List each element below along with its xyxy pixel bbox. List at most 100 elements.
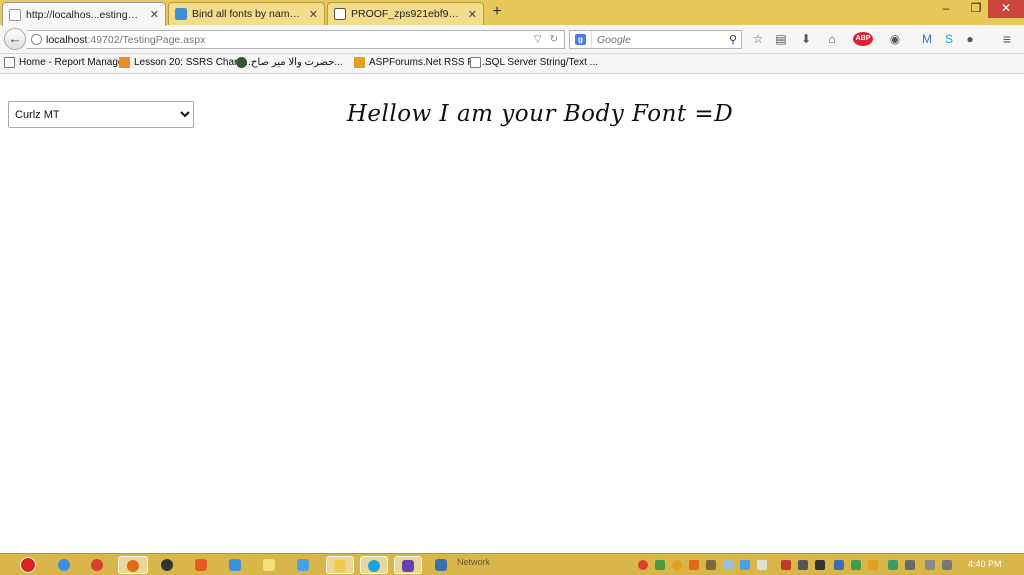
page-content: Curlz MT Hellow I am your Body Font =D — [0, 75, 1024, 553]
bookmark-lesson-20[interactable]: Lesson 20: SSRS Charts... — [119, 57, 254, 68]
internet-explorer-icon — [58, 559, 70, 571]
chrome-icon — [91, 559, 103, 571]
app-tray-icon[interactable] — [689, 560, 699, 570]
globe-icon — [31, 34, 42, 45]
search-icon[interactable]: ⚲ — [729, 33, 737, 46]
notification-tray-icon[interactable] — [706, 560, 716, 570]
tab-title: Bind all fonts by name wit... — [192, 8, 303, 20]
close-tab-icon[interactable]: ✕ — [150, 8, 159, 21]
taskbar-app[interactable] — [292, 556, 314, 574]
bookmark-label: حضرت والا مير صاح... — [251, 57, 343, 68]
drive-tray-icon[interactable] — [655, 560, 665, 570]
mail-icon[interactable]: M — [920, 32, 934, 46]
back-arrow-icon: ← — [8, 31, 22, 46]
body-font-sample: Hellow I am your Body Font =D — [346, 101, 734, 127]
app-tray-icon[interactable] — [851, 560, 861, 570]
app-tray-icon[interactable] — [672, 560, 682, 570]
taskbar-ie[interactable] — [53, 556, 75, 574]
forum-icon — [175, 8, 187, 20]
google-icon: g — [575, 34, 586, 45]
bookmark-aspforums-rss[interactable]: ASPForums.Net RSS Fe... — [354, 57, 487, 68]
bookmark-star-icon[interactable]: ☆ — [751, 32, 765, 46]
page-icon — [470, 57, 481, 68]
bookmark-label: Home - Report Manager — [19, 57, 127, 68]
close-window-button[interactable]: ✕ — [988, 0, 1024, 18]
folder-icon — [334, 560, 346, 572]
signal-tray-icon[interactable] — [925, 560, 935, 570]
extension-icon[interactable]: ◉ — [888, 32, 902, 46]
search-engine-selector[interactable]: g — [570, 31, 592, 48]
chrome-tray-icon[interactable] — [638, 560, 648, 570]
tab-strip: http://localhos...estingPage.aspx ✕ Bind… — [0, 0, 1024, 26]
bookmark-home-report-manager[interactable]: Home - Report Manager — [4, 57, 127, 68]
app-icon — [195, 559, 207, 571]
visual-studio-icon — [402, 560, 414, 572]
taskbar-visual-studio[interactable] — [394, 556, 422, 574]
windows-taskbar: Network 4:40 PM — [0, 553, 1024, 575]
security-tray-icon[interactable] — [781, 560, 791, 570]
tab-proof-image[interactable]: PROOF_zps921ebf95.png P... ✕ — [327, 2, 484, 25]
home-icon[interactable]: ⌂ — [825, 32, 839, 46]
page-icon — [4, 57, 15, 68]
bluetooth-tray-icon[interactable] — [834, 560, 844, 570]
color-picker-icon[interactable]: ● — [963, 32, 977, 46]
navigation-bar: ← localhost :49702/TestingPage.aspx ▽ ↻ … — [0, 25, 1024, 54]
url-path: :49702/TestingPage.aspx — [87, 33, 206, 46]
app-tray-icon[interactable] — [740, 560, 750, 570]
search-bar[interactable]: g ⚲ — [569, 30, 742, 49]
search-input[interactable] — [592, 33, 722, 46]
menu-icon[interactable]: ≡ — [1000, 32, 1014, 46]
back-button[interactable]: ← — [4, 28, 26, 50]
taskbar-chrome[interactable] — [86, 556, 108, 574]
minimize-button[interactable]: – — [932, 0, 960, 18]
taskbar-firefox[interactable] — [118, 556, 148, 574]
taskbar-skype[interactable] — [360, 556, 388, 574]
taskbar-app[interactable] — [430, 556, 452, 574]
site-icon — [236, 57, 247, 68]
taskbar-app[interactable] — [224, 556, 246, 574]
monitor-tray-icon[interactable] — [798, 560, 808, 570]
restore-button[interactable]: ❐ — [962, 0, 990, 18]
tab-title: http://localhos...estingPage.aspx — [26, 8, 144, 21]
app-tray-icon[interactable] — [888, 560, 898, 570]
bookmark-sql-server-string[interactable]: SQL Server String/Text ... — [470, 57, 598, 68]
download-icon[interactable]: ⬇ — [799, 32, 813, 46]
app-icon — [229, 559, 241, 571]
bookmark-label: SQL Server String/Text ... — [485, 57, 599, 68]
bookmark-arabic-site[interactable]: حضرت والا مير صاح... — [236, 57, 343, 68]
bookmarks-menu-icon[interactable]: ▤ — [774, 32, 788, 46]
app-icon — [297, 559, 309, 571]
adblock-icon[interactable]: ABP — [853, 32, 873, 46]
app-tray-icon[interactable] — [868, 560, 878, 570]
app-tray-icon[interactable] — [757, 560, 767, 570]
skype-icon — [368, 560, 380, 572]
tab-title: PROOF_zps921ebf95.png P... — [351, 8, 462, 20]
tab-bind-fonts[interactable]: Bind all fonts by name wit... ✕ — [168, 2, 325, 25]
clock[interactable]: 4:40 PM — [968, 559, 1002, 569]
start-button[interactable] — [20, 557, 36, 573]
new-tab-button[interactable]: + — [488, 3, 506, 21]
rss-icon — [354, 57, 365, 68]
app-tray-icon[interactable] — [723, 560, 733, 570]
skype-icon[interactable]: S — [942, 32, 956, 46]
reload-icon[interactable]: ↻ — [550, 34, 558, 45]
volume-tray-icon[interactable] — [942, 560, 952, 570]
app-tray-icon[interactable] — [905, 560, 915, 570]
taskbar-explorer[interactable] — [326, 556, 354, 574]
notepad-icon — [263, 559, 275, 571]
close-tab-icon[interactable]: ✕ — [309, 8, 318, 21]
window-icon — [435, 559, 447, 571]
dropdown-arrow-icon[interactable]: ▽ — [534, 34, 542, 45]
url-bar[interactable]: localhost :49702/TestingPage.aspx ▽ ↻ — [27, 30, 565, 49]
taskbar-notepad[interactable] — [258, 556, 280, 574]
bookmarks-toolbar: Home - Report Manager Lesson 20: SSRS Ch… — [0, 54, 1024, 74]
blogger-icon — [119, 57, 130, 68]
firefox-icon — [127, 560, 139, 572]
taskbar-app[interactable] — [190, 556, 212, 574]
app-tray-icon[interactable] — [815, 560, 825, 570]
taskbar-app[interactable] — [156, 556, 178, 574]
image-icon — [334, 8, 346, 20]
close-tab-icon[interactable]: ✕ — [468, 8, 477, 21]
network-label: Network — [457, 557, 491, 567]
tab-testing-page[interactable]: http://localhos...estingPage.aspx ✕ — [2, 2, 166, 26]
